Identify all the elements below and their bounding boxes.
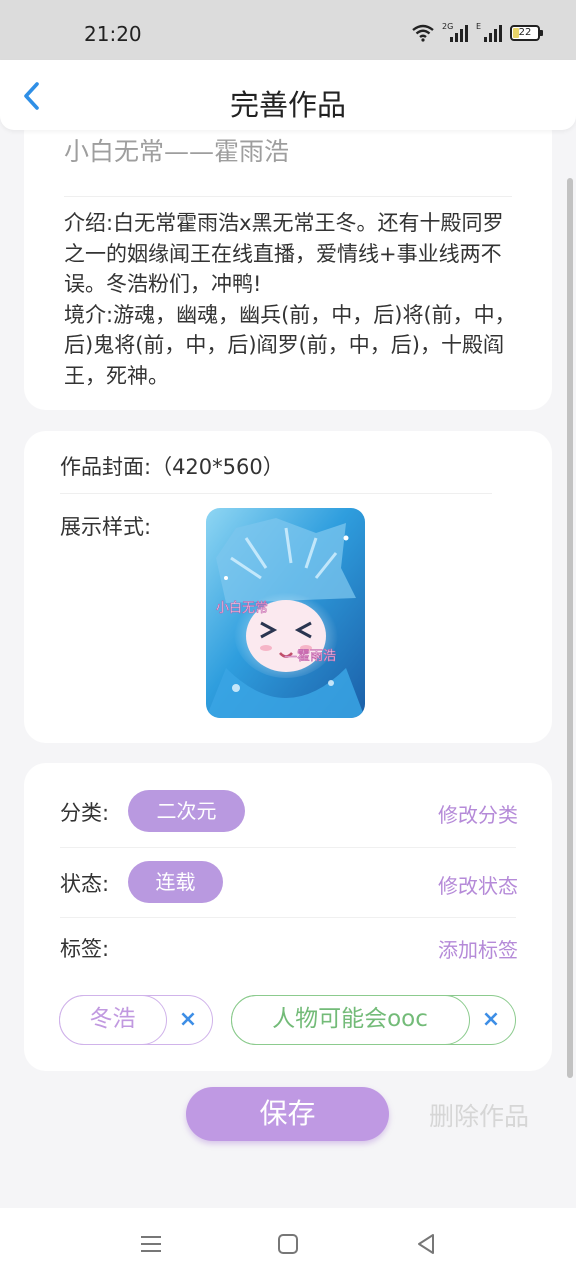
status-pill: 连载: [128, 861, 223, 903]
tag-chip: 人物可能会ooc ×: [230, 994, 516, 1045]
status-time: 21:20: [84, 22, 142, 46]
work-info-card: 小白无常——霍雨浩 介绍:白无常霍雨浩x黑无常王冬。还有十殿同罗之一的姻缘闻王在…: [24, 110, 552, 410]
divider: [60, 847, 516, 848]
work-intro-textarea[interactable]: 介绍:白无常霍雨浩x黑无常王冬。还有十殿同罗之一的姻缘闻王在线直播，爱情线+事业…: [64, 208, 524, 391]
wifi-icon: [412, 24, 434, 42]
status-bar: 21:20 2G E 22: [0, 0, 576, 60]
divider: [64, 196, 512, 197]
scrollbar[interactable]: [567, 178, 573, 1078]
status-label: 状态:: [60, 872, 110, 896]
signal-type-label: E: [476, 22, 482, 31]
battery-level: 22: [518, 27, 532, 38]
divider: [60, 917, 516, 918]
cover-image[interactable]: 小白无常 —霍雨浩: [206, 508, 365, 718]
tags-label: 标签:: [60, 937, 110, 961]
category-label: 分类:: [60, 801, 110, 825]
app-header: 完善作品: [0, 60, 576, 130]
work-title-input[interactable]: 小白无常——霍雨浩: [64, 132, 289, 168]
meta-card: 分类: 二次元 修改分类 状态: 连载 修改状态 标签: 添加标签 冬浩 × 人…: [24, 763, 552, 1071]
divider: [60, 493, 492, 494]
back-triangle-icon[interactable]: [414, 1232, 438, 1256]
tag-text: 冬浩: [58, 994, 167, 1045]
intro-paragraph: 介绍:白无常霍雨浩x黑无常王冬。还有十殿同罗之一的姻缘闻王在线直播，爱情线+事业…: [64, 211, 504, 296]
close-icon[interactable]: ×: [168, 996, 208, 1044]
tag-chip: 冬浩 ×: [58, 994, 213, 1045]
intro-paragraph: 境介:游魂，幽魂，幽兵(前，中，后)将(前，中，后)鬼将(前，中，后)阎罗(前，…: [64, 302, 516, 388]
category-pill: 二次元: [128, 790, 245, 832]
system-nav-bar: [0, 1208, 576, 1280]
cover-label: 作品封面:（420*560）: [60, 455, 284, 479]
page-title: 完善作品: [229, 88, 346, 122]
edit-category-link[interactable]: 修改分类: [438, 799, 518, 828]
battery-icon: 22: [510, 25, 543, 41]
display-style-label: 展示样式:: [60, 515, 152, 539]
add-tag-link[interactable]: 添加标签: [438, 934, 518, 963]
cover-text: 小白无常: [216, 600, 268, 616]
home-square-icon[interactable]: [276, 1232, 300, 1256]
signal-icon: 2G: [442, 22, 468, 42]
status-icons: 2G E 22: [412, 22, 543, 42]
menu-icon[interactable]: [139, 1232, 163, 1256]
delete-work-button[interactable]: 删除作品: [429, 1097, 529, 1133]
close-icon[interactable]: ×: [471, 996, 511, 1044]
cover-card: 作品封面:（420*560） 展示样式: 小白无常 —霍雨浩: [24, 431, 552, 743]
signal-icon: E: [476, 22, 502, 42]
cover-text: —霍雨浩: [284, 649, 336, 664]
edit-status-link[interactable]: 修改状态: [438, 870, 518, 899]
save-button[interactable]: 保存: [186, 1087, 389, 1141]
tag-text: 人物可能会ooc: [230, 994, 470, 1045]
